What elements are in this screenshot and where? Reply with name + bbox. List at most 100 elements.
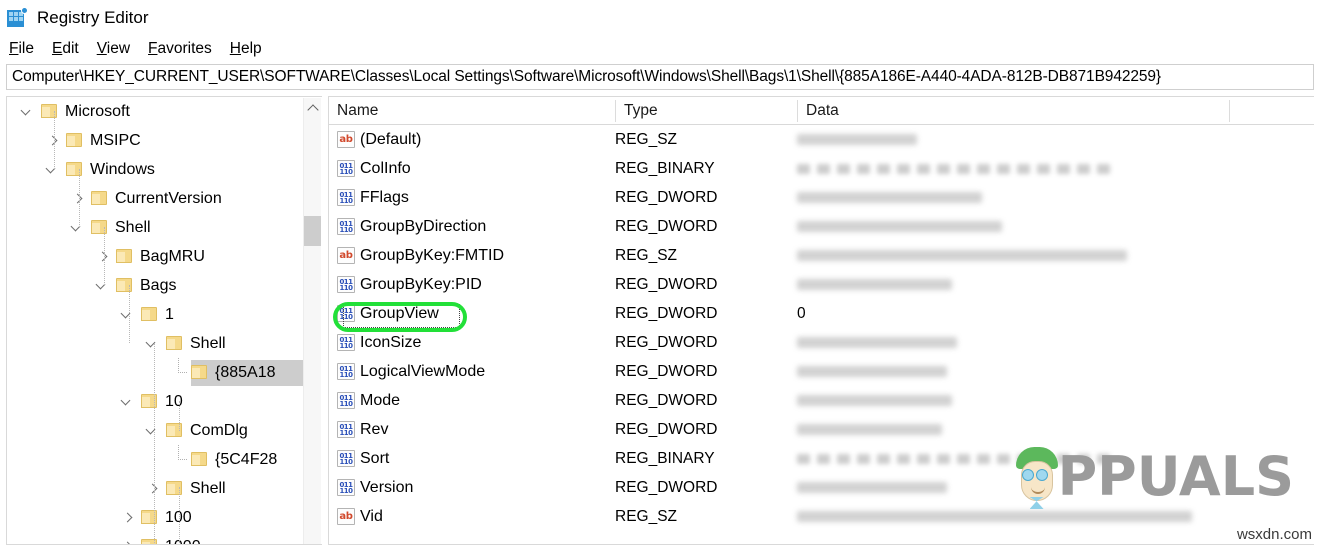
value-name-label: GroupByKey:FMTID: [360, 246, 505, 264]
cell-type: REG_DWORD: [615, 188, 718, 206]
tree-item-label: 10: [165, 392, 183, 410]
address-bar[interactable]: Computer\HKEY_CURRENT_USER\SOFTWARE\Clas…: [6, 64, 1314, 90]
tree-item-content[interactable]: Windows: [66, 157, 161, 183]
tree-item-content[interactable]: 10: [141, 389, 189, 415]
tree-indent-spacer: [7, 213, 67, 242]
menu-bar: File Edit View Favorites Help: [0, 36, 1320, 62]
table-row[interactable]: 011 110 IconSize REG_DWORD: [329, 328, 1314, 357]
tree-item-shell[interactable]: Shell: [7, 329, 303, 358]
table-row[interactable]: 011 110 Sort REG_BINARY: [329, 444, 1314, 473]
cell-name: 011 110 ColInfo: [337, 154, 411, 183]
folder-icon: [141, 307, 158, 322]
value-name-label: Version: [360, 478, 414, 496]
column-header-type[interactable]: Type: [616, 97, 797, 124]
tree-item-content[interactable]: Shell: [166, 476, 232, 502]
chevron-right-icon[interactable]: [117, 503, 141, 532]
tree-item-bagmru[interactable]: BagMRU: [7, 242, 303, 271]
tree-item-label: {885A18: [215, 363, 276, 381]
tree-item-content[interactable]: {885A18: [191, 359, 303, 386]
table-row[interactable]: ab Vid REG_SZ: [329, 502, 1314, 531]
table-row[interactable]: ab (Default) REG_SZ: [329, 125, 1314, 154]
binary-value-icon: 011 110: [337, 479, 355, 496]
chevron-down-icon[interactable]: [117, 387, 141, 416]
main-content: Microsoft MSIPC Windows CurrentVersion Shell…: [6, 96, 1314, 545]
menu-view[interactable]: View: [97, 40, 130, 58]
tree-item-comdlg[interactable]: ComDlg: [7, 416, 303, 445]
table-row[interactable]: ab GroupByKey:FMTID REG_SZ: [329, 241, 1314, 270]
tree-guide-line: [129, 285, 130, 343]
folder-icon: [91, 191, 108, 206]
column-header-name[interactable]: Name: [329, 97, 615, 124]
tree-item-content[interactable]: Bags: [116, 273, 182, 299]
cell-type: REG_DWORD: [615, 420, 718, 438]
tree-item-msipc[interactable]: MSIPC: [7, 126, 303, 155]
value-name-label: FFlags: [360, 188, 409, 206]
menu-file[interactable]: File: [9, 40, 34, 58]
table-row[interactable]: 011 110 GroupByDirection REG_DWORD: [329, 212, 1314, 241]
tree-item-content[interactable]: BagMRU: [116, 244, 211, 270]
value-name-label: Vid: [360, 507, 383, 525]
scrollbar-thumb[interactable]: [304, 216, 321, 246]
tree-item-windows[interactable]: Windows: [7, 155, 303, 184]
folder-icon: [116, 278, 133, 293]
table-row[interactable]: 011 110 ColInfo REG_BINARY: [329, 154, 1314, 183]
tree-item-10[interactable]: 10: [7, 387, 303, 416]
registry-tree-pane: Microsoft MSIPC Windows CurrentVersion Shell…: [6, 96, 322, 545]
tree-item-content[interactable]: {5C4F28: [191, 447, 283, 473]
obscured-data-value: [797, 250, 1127, 261]
tree-item-shell[interactable]: Shell: [7, 474, 303, 503]
tree-item-microsoft[interactable]: Microsoft: [7, 97, 303, 126]
tree-item-shell[interactable]: Shell: [7, 213, 303, 242]
table-row[interactable]: 011 110 FFlags REG_DWORD: [329, 183, 1314, 212]
tree-item-label: ComDlg: [190, 421, 248, 439]
cell-data: [797, 183, 982, 212]
tree-item-content[interactable]: 1000: [141, 534, 207, 544]
value-name-label: GroupView: [360, 304, 439, 322]
obscured-data-value: [797, 192, 982, 203]
column-header-data[interactable]: Data: [798, 97, 1229, 124]
tree-item-885a18[interactable]: {885A18: [7, 358, 303, 387]
value-name-label: (Default): [360, 130, 422, 148]
tree-vertical-scrollbar[interactable]: [303, 98, 321, 544]
scroll-up-arrow-icon[interactable]: [304, 98, 321, 118]
cell-name: 011 110 LogicalViewMode: [337, 357, 485, 386]
chevron-down-icon[interactable]: [17, 97, 41, 126]
table-row[interactable]: 011 110 Rev REG_DWORD: [329, 415, 1314, 444]
tree-indent-spacer: [7, 271, 92, 300]
cell-type: REG_DWORD: [615, 391, 718, 409]
value-name-label: ColInfo: [360, 159, 411, 177]
cell-type: REG_SZ: [615, 246, 678, 264]
menu-help[interactable]: Help: [230, 40, 262, 58]
table-row[interactable]: 011 110 GroupView REG_DWORD 0: [329, 299, 1314, 332]
table-row[interactable]: 011 110 Mode REG_DWORD: [329, 386, 1314, 415]
cell-type: REG_DWORD: [615, 217, 718, 235]
menu-favorites[interactable]: Favorites: [148, 40, 212, 58]
binary-value-icon: 011 110: [337, 160, 355, 177]
tree-indent-spacer: [7, 300, 117, 329]
tree-item-content[interactable]: CurrentVersion: [91, 186, 228, 212]
cell-name: 011 110 Mode: [337, 386, 400, 415]
tree-item-content[interactable]: Shell: [91, 215, 157, 241]
tree-item-content[interactable]: Shell: [166, 331, 232, 357]
tree-item-bags[interactable]: Bags: [7, 271, 303, 300]
tree-item-1[interactable]: 1: [7, 300, 303, 329]
cell-name: 011 110 FFlags: [337, 183, 409, 212]
chevron-right-icon[interactable]: [117, 532, 141, 544]
tree-item-content[interactable]: 100: [141, 505, 198, 531]
tree-item-content[interactable]: MSIPC: [66, 128, 147, 154]
cell-data: [797, 125, 917, 154]
table-row[interactable]: 011 110 GroupByKey:PID REG_DWORD: [329, 270, 1314, 299]
tree-item-currentversion[interactable]: CurrentVersion: [7, 184, 303, 213]
menu-edit[interactable]: Edit: [52, 40, 79, 58]
tree-item-content[interactable]: 1: [141, 302, 180, 328]
tree-item-5c4f28[interactable]: {5C4F28: [7, 445, 303, 474]
table-row[interactable]: 011 110 Version REG_DWORD: [329, 473, 1314, 502]
binary-value-icon: 011 110: [337, 421, 355, 438]
table-row[interactable]: 011 110 LogicalViewMode REG_DWORD: [329, 357, 1314, 386]
tree-item-100[interactable]: 100: [7, 503, 303, 532]
tree-item-content[interactable]: Microsoft: [41, 99, 136, 125]
value-name-label: GroupByKey:PID: [360, 275, 482, 293]
window-title: Registry Editor: [37, 7, 149, 27]
tree-guide-line: [179, 487, 180, 544]
tree-item-1000[interactable]: 1000: [7, 532, 303, 544]
